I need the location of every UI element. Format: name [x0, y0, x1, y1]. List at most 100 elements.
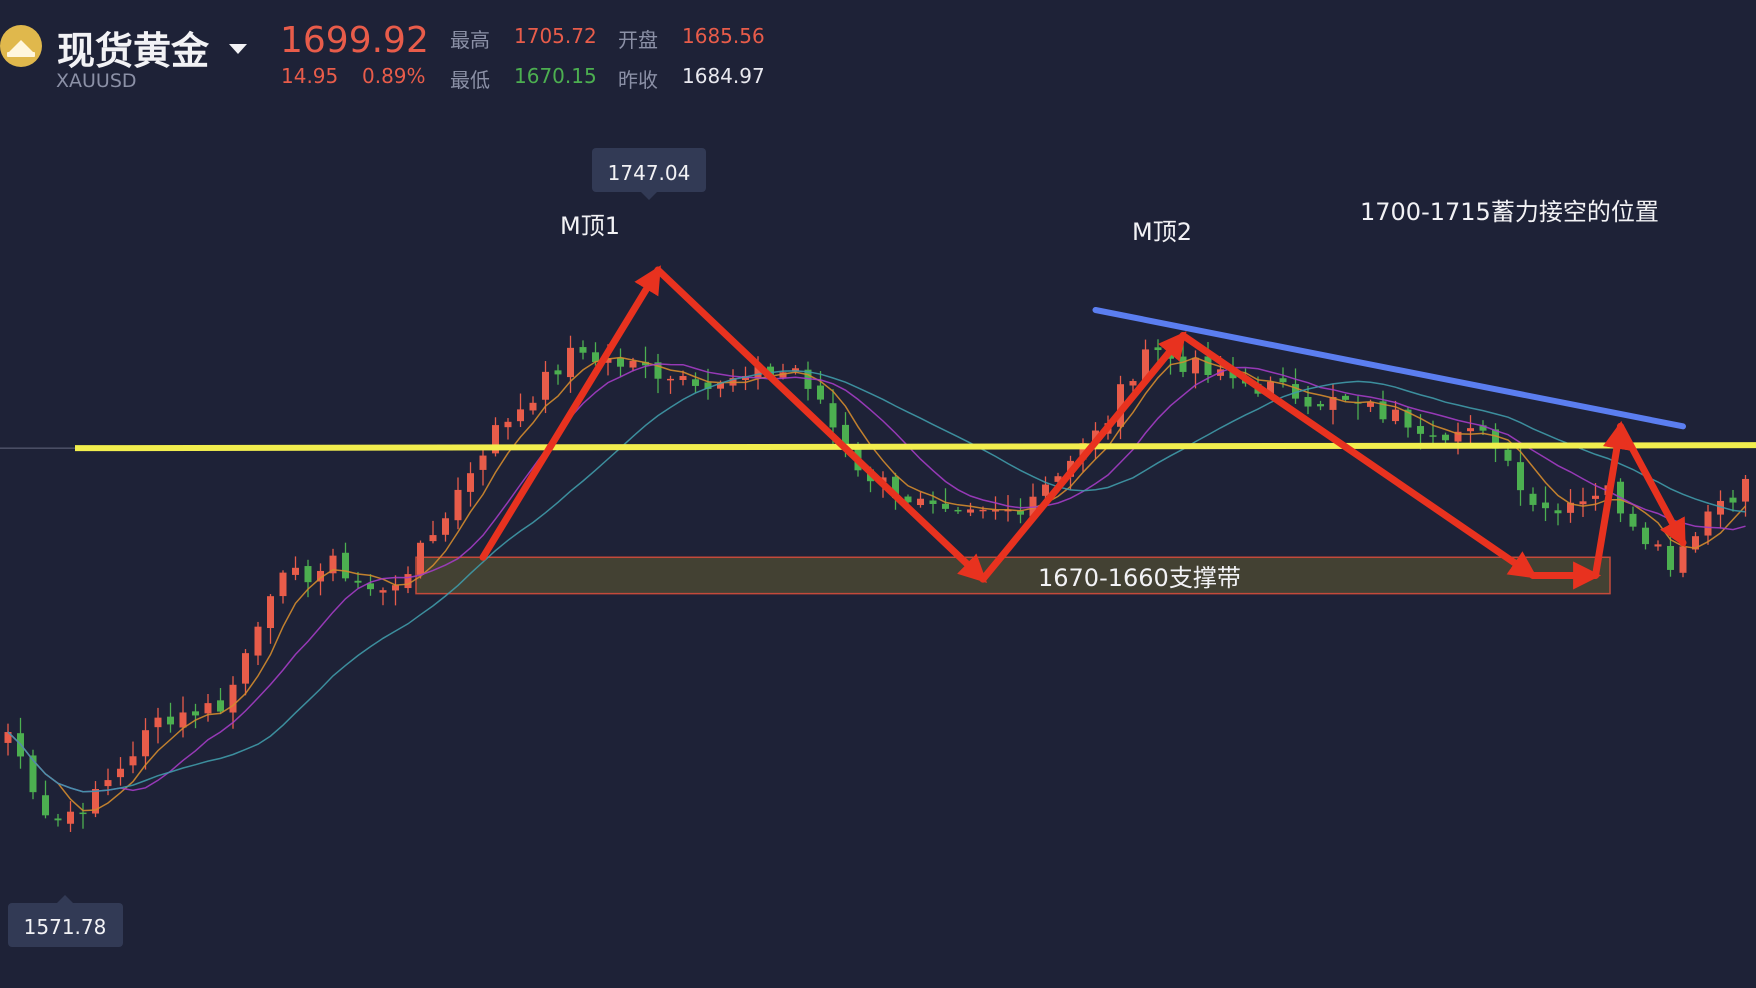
candle-body	[1517, 462, 1524, 491]
candle-body	[1554, 510, 1562, 514]
candle-body	[1742, 478, 1749, 502]
candle-body	[304, 566, 312, 583]
candle-body	[567, 347, 574, 378]
candle-body	[379, 590, 387, 593]
candle-body	[817, 385, 824, 400]
candle-body	[579, 347, 587, 353]
candle-body	[104, 780, 112, 787]
candle-body	[517, 409, 524, 422]
high-value: 1705.72	[514, 24, 597, 48]
high-label: 最高	[450, 28, 490, 52]
yellow-resistance-line	[74, 442, 1756, 452]
max-price-pointer	[641, 192, 657, 200]
candle-body	[1504, 449, 1512, 461]
candle-body	[942, 503, 949, 509]
candle-body	[504, 421, 512, 428]
prev-close-value: 1684.97	[682, 64, 765, 88]
candle-body	[1442, 434, 1449, 441]
trend-arrow	[1592, 420, 1631, 579]
price-change: 14.95	[281, 64, 339, 88]
trend-arrow	[479, 265, 662, 561]
candle-body	[1417, 426, 1424, 434]
candle-body	[1129, 381, 1137, 386]
candle-body	[1304, 397, 1312, 407]
chevron-down-icon[interactable]	[229, 44, 247, 54]
candle-body	[1729, 497, 1737, 503]
candle-body	[1642, 527, 1649, 545]
candle-body	[117, 768, 124, 778]
candle-body	[1279, 378, 1287, 383]
candle-body	[1204, 356, 1212, 376]
candle-body	[142, 730, 149, 757]
candle-body	[67, 811, 74, 824]
candle-body	[479, 455, 487, 470]
max-price-label: 1747.04	[608, 161, 691, 185]
candle-body	[667, 378, 674, 381]
candle-body	[1042, 484, 1049, 496]
candle-body	[1654, 544, 1662, 547]
candle-body	[542, 371, 549, 400]
candle-body	[929, 500, 937, 504]
low-value: 1670.15	[514, 64, 597, 88]
candle-body	[1429, 435, 1437, 437]
instrument-name[interactable]: 现货黄金	[57, 20, 209, 75]
candle-body	[1667, 545, 1674, 570]
candle-body	[79, 812, 87, 815]
m-top-2-label: M顶2	[1132, 218, 1192, 246]
candle-body	[1629, 513, 1637, 527]
candle-body	[1679, 546, 1687, 573]
candle-body	[967, 509, 974, 513]
candle-body	[1179, 356, 1187, 372]
candle-body	[1704, 511, 1712, 536]
price-change-percent: 0.89%	[362, 64, 426, 88]
low-label: 最低	[450, 68, 490, 92]
candle-body	[254, 626, 262, 656]
candle-body	[629, 360, 637, 368]
candle-body	[1542, 502, 1549, 509]
gold-coin-icon	[0, 25, 42, 67]
candle-body	[417, 542, 424, 575]
candle-body	[42, 795, 49, 816]
candle-body	[442, 518, 449, 535]
open-value: 1685.56	[682, 24, 765, 48]
candle-body	[342, 552, 349, 579]
min-price-label: 1571.78	[24, 915, 107, 939]
candle-body	[154, 717, 162, 728]
candle-body	[529, 402, 537, 411]
m-top-1-label: M顶1	[560, 212, 620, 240]
candle-body	[467, 473, 474, 492]
last-price: 1699.92	[280, 20, 429, 61]
candle-body	[242, 653, 249, 684]
candle-body	[1154, 347, 1162, 351]
candle-body	[204, 703, 212, 714]
candlestick-chart: 1747.04 1571.78 M顶1 M顶2 1700-1715蓄力接空的位置 1670…	[0, 148, 1756, 947]
min-price-pointer	[57, 895, 73, 903]
candle-body	[179, 712, 187, 728]
open-label: 开盘	[618, 28, 658, 52]
trend-arrow	[1179, 331, 1538, 579]
candle-body	[292, 567, 299, 575]
candle-body	[1467, 428, 1474, 432]
candle-body	[354, 580, 362, 583]
candle-body	[1592, 495, 1599, 499]
candle-body	[1392, 409, 1399, 422]
candle-body	[1579, 501, 1587, 505]
candle-body	[192, 711, 199, 716]
reference-lines-layer	[0, 307, 1756, 452]
candle-body	[229, 684, 237, 713]
candle-body	[129, 756, 137, 766]
instrument-code: XAUUSD	[56, 70, 137, 92]
candle-body	[554, 370, 562, 375]
candle-body	[167, 716, 174, 725]
candle-body	[267, 596, 274, 629]
support-band-layer	[415, 556, 1611, 595]
support-zone-label: 1670-1660支撑带	[1038, 564, 1241, 592]
candle-body	[279, 572, 287, 597]
candle-body	[954, 509, 962, 512]
candle-body	[679, 376, 687, 381]
candle-body	[454, 489, 462, 521]
candle-body	[692, 379, 699, 386]
candle-body	[1192, 357, 1199, 374]
candle-body	[392, 585, 399, 591]
candle-body	[1317, 404, 1324, 407]
